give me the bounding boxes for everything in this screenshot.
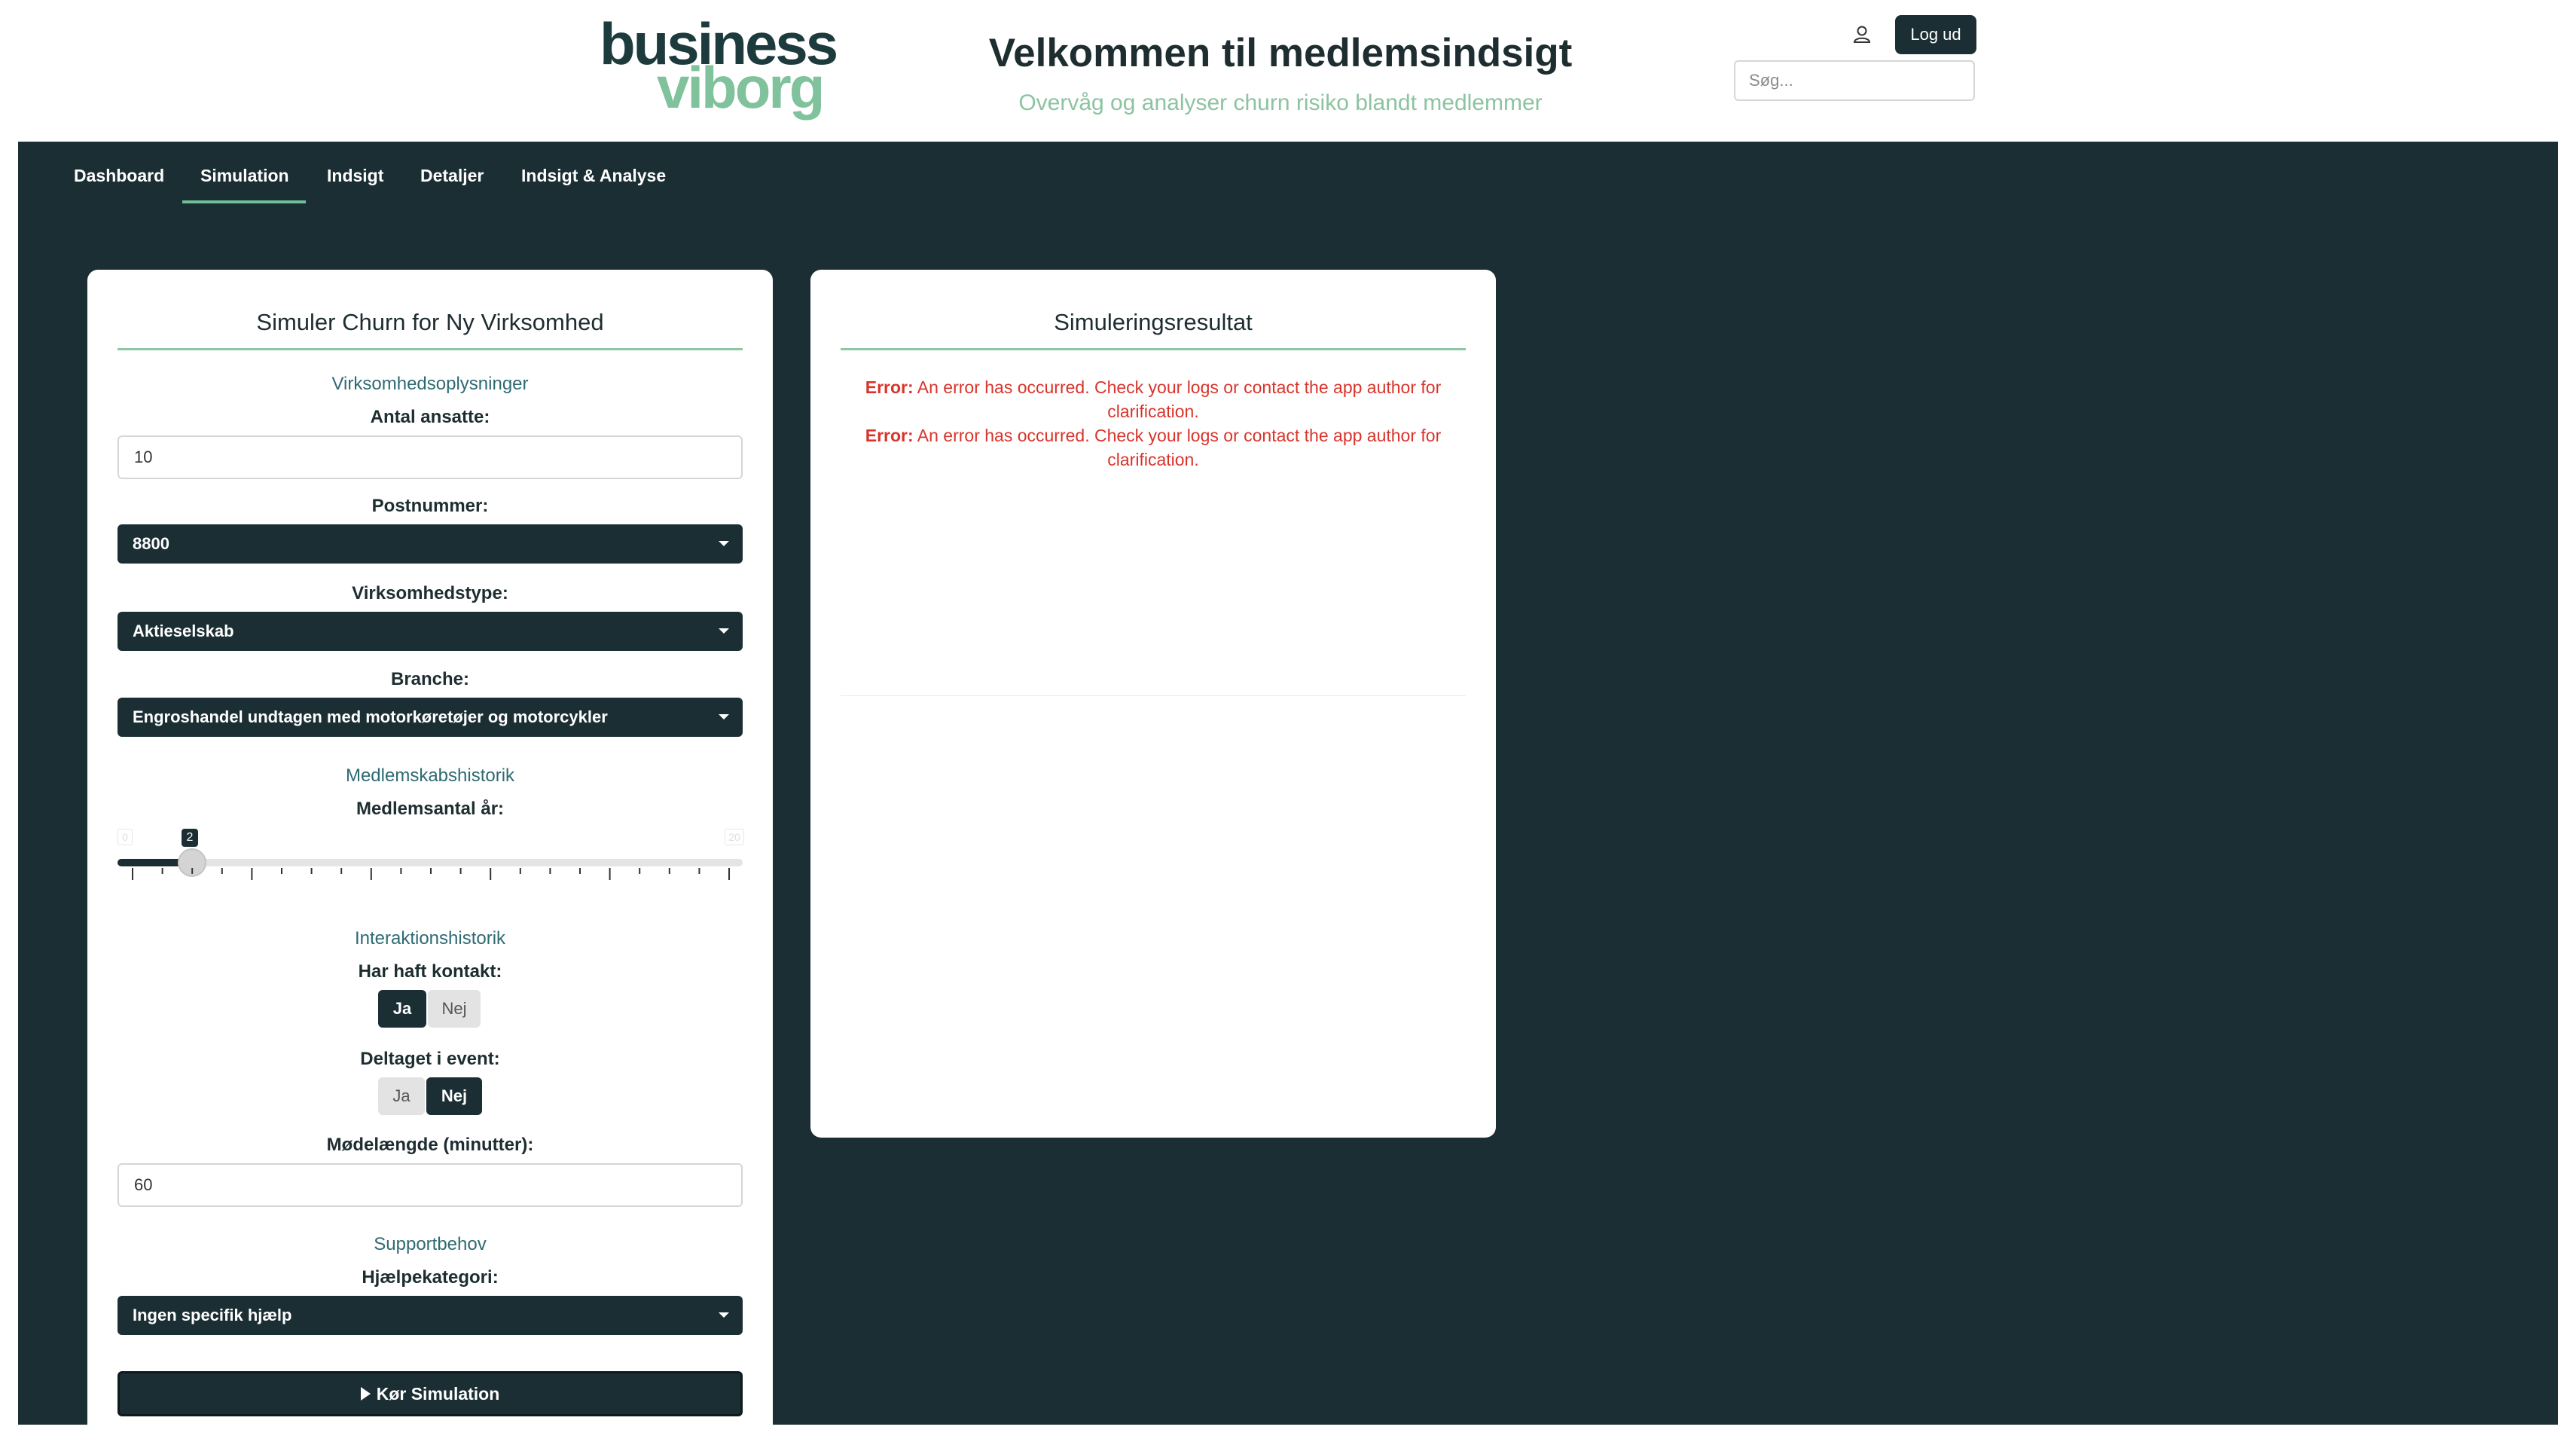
form-title: Simuler Churn for Ny Virksomhed [256, 309, 604, 335]
chevron-down-icon [719, 1312, 729, 1318]
company-type-label: Virksomhedstype: [352, 583, 508, 603]
event-no-button[interactable]: Nej [426, 1077, 482, 1115]
slider-value-label: 2 [182, 829, 198, 847]
industry-label: Branche: [390, 669, 470, 689]
simulation-form-card: Simuler Churn for Ny Virksomhed Virksomh… [87, 270, 773, 1445]
event-yes-button[interactable]: Ja [378, 1077, 425, 1115]
logo-word-viborg: viborg [657, 54, 825, 121]
meeting-length-label: Mødelængde (minutter): [326, 1135, 534, 1155]
chevron-down-icon [719, 541, 729, 546]
error-prefix: Error: [865, 377, 914, 397]
tab-dashboard[interactable]: Dashboard [74, 166, 164, 186]
result-divider [841, 695, 1466, 696]
slider-ticks [132, 868, 730, 880]
postcode-value: 8800 [133, 534, 169, 553]
section-interaction: Interaktionshistorik [354, 928, 506, 949]
section-support: Supportbehov [374, 1234, 487, 1254]
error-text: An error has occurred. Check your logs o… [917, 426, 1442, 469]
help-category-label: Hjælpekategori: [362, 1267, 499, 1288]
industry-select[interactable]: Engroshandel undtagen med motorkøretøjer… [118, 698, 743, 737]
chevron-down-icon [719, 714, 729, 719]
tab-simulation[interactable]: Simulation [200, 166, 289, 186]
contact-no-button[interactable]: Nej [428, 990, 481, 1028]
event-label: Deltaget i event: [360, 1049, 500, 1069]
run-simulation-label: Kør Simulation [376, 1383, 500, 1404]
simulation-result-card: Simuleringsresultat Error: An error has … [810, 270, 1496, 1138]
error-message: Error: An error has occurred. Check your… [856, 423, 1451, 472]
result-title: Simuleringsresultat [1054, 309, 1253, 335]
title-divider [118, 348, 743, 350]
postcode-select[interactable]: 8800 [118, 524, 743, 564]
active-tab-indicator [182, 200, 306, 203]
company-type-value: Aktieselskab [133, 622, 234, 640]
employees-label: Antal ansatte: [370, 407, 490, 427]
logout-button[interactable]: Log ud [1895, 15, 1976, 54]
page-title: Velkommen til medlemsindsigt [988, 31, 1573, 75]
section-membership: Medlemskabshistorik [345, 765, 515, 786]
contact-yes-button[interactable]: Ja [378, 990, 426, 1028]
section-company: Virksomhedsoplysninger [331, 374, 529, 394]
chevron-down-icon [719, 628, 729, 634]
tab-detaljer[interactable]: Detaljer [420, 166, 484, 186]
help-category-value: Ingen specifik hjælp [133, 1306, 292, 1324]
postcode-label: Postnummer: [371, 496, 489, 516]
tab-indsigt-analyse[interactable]: Indsigt & Analyse [521, 166, 666, 186]
header: business viborg Velkommen til medlemsind… [0, 0, 2576, 142]
play-icon [360, 1387, 371, 1401]
employees-input[interactable]: 10 [118, 435, 743, 479]
meeting-length-input[interactable]: 60 [118, 1163, 743, 1207]
search-input[interactable] [1734, 60, 1975, 101]
business-viborg-logo[interactable]: business viborg [600, 14, 838, 121]
member-years-label: Medlemsantal år: [356, 799, 505, 819]
company-type-select[interactable]: Aktieselskab [118, 612, 743, 651]
page-subtitle: Overvåg og analyser churn risiko blandt … [1018, 90, 1543, 115]
slider-min-label: 0 [118, 829, 133, 845]
contact-label: Har haft kontakt: [358, 961, 502, 982]
industry-value: Engroshandel undtagen med motorkøretøjer… [133, 707, 608, 726]
tab-indsigt[interactable]: Indsigt [327, 166, 383, 186]
error-prefix: Error: [865, 426, 914, 445]
user-icon[interactable] [1850, 23, 1874, 47]
error-text: An error has occurred. Check your logs o… [917, 377, 1442, 421]
title-divider [841, 348, 1466, 350]
slider-max-label: 20 [725, 829, 744, 845]
run-simulation-button[interactable]: Kør Simulation [118, 1371, 743, 1416]
help-category-select[interactable]: Ingen specifik hjælp [118, 1296, 743, 1335]
error-message: Error: An error has occurred. Check your… [856, 375, 1451, 423]
